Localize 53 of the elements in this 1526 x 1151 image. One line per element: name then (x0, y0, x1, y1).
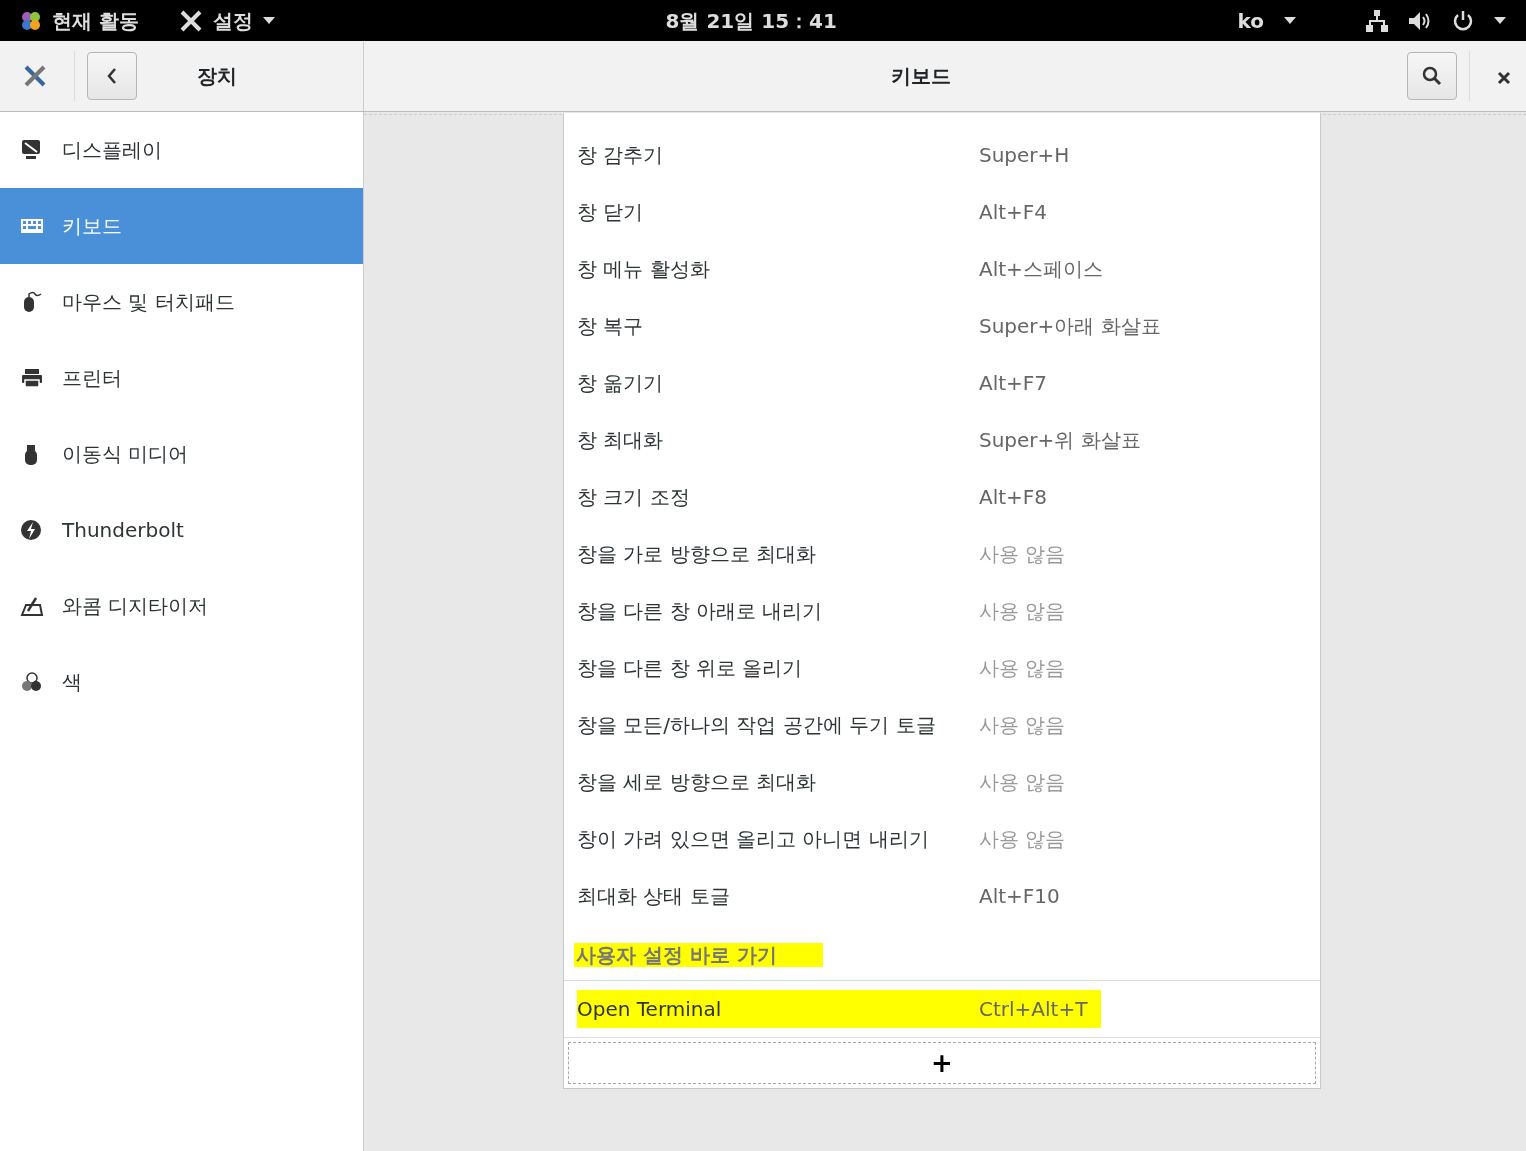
section-title: 장치 (197, 63, 237, 90)
shortcut-key[interactable]: Alt+F10 (979, 880, 1060, 911)
color-circles-icon (20, 671, 44, 693)
add-shortcut-button[interactable]: + (568, 1042, 1316, 1084)
shortcut-name: 창을 다른 창 위로 올리기 (577, 654, 804, 682)
shortcut-name: 창을 모든/하나의 작업 공간에 두기 토글 (577, 711, 937, 739)
shortcut-name: 창을 세로 방향으로 최대화 (577, 768, 818, 796)
sidebar-item[interactable]: Thunderbolt (0, 492, 363, 568)
shortcut-name[interactable]: Open Terminal (577, 994, 979, 1024)
network-icon[interactable] (1366, 9, 1388, 32)
flower-logo-icon[interactable] (20, 9, 42, 32)
shortcut-key[interactable]: Alt+스페이스 (979, 253, 1103, 284)
activities-button[interactable]: 현재 활동 (52, 5, 139, 36)
shortcut-name: 창 옮기기 (577, 369, 665, 397)
sidebar-item[interactable]: 이동식 미디어 (0, 416, 363, 492)
caret-icon[interactable] (1284, 17, 1296, 24)
sidebar-item[interactable]: 색 (0, 644, 363, 720)
shortcut-name: 창 메뉴 활성화 (577, 255, 711, 283)
shortcut-name: 창을 다른 창 아래로 내리기 (577, 597, 824, 625)
app-menu[interactable]: 설정 (212, 5, 253, 36)
sidebar-item[interactable]: 디스플레이 (0, 112, 363, 188)
lightning-icon (20, 519, 44, 541)
shortcut-key[interactable]: Alt+F7 (979, 367, 1048, 398)
shortcut-name: 창 복구 (577, 312, 645, 340)
shortcut-key[interactable]: Super+아래 화살표 (979, 310, 1161, 341)
shortcut-name: 창을 가로 방향으로 최대화 (577, 540, 818, 568)
shortcut-key[interactable]: Ctrl+Alt+T (979, 994, 1088, 1024)
sidebar-item[interactable]: 키보드 (0, 188, 363, 264)
pen-tablet-icon (20, 595, 44, 617)
shortcut-name: 창 크기 조정 (577, 483, 691, 511)
shortcut-name: 창 감추기 (577, 141, 665, 169)
shortcut-name: 창 최대화 (577, 426, 665, 454)
printer-icon (20, 367, 44, 389)
section-heading: 사용자 설정 바로 가기 (574, 943, 823, 967)
page-title: 키보드 (889, 63, 952, 90)
caret-icon[interactable] (1494, 17, 1506, 24)
caret-icon[interactable] (262, 17, 275, 24)
clock[interactable]: 8월 21일 15：41 (264, 5, 1238, 36)
search-icon (1422, 66, 1442, 86)
power-icon[interactable] (1452, 9, 1474, 32)
search-button[interactable] (1407, 52, 1457, 100)
shortcut-key[interactable]: Super+위 화살표 (979, 424, 1141, 455)
shortcut-name: 창이 가려 있으면 올리고 아니면 내리기 (577, 825, 930, 853)
shortcut-key[interactable]: Super+H (979, 139, 1070, 170)
shortcut-name: 최대화 상태 토글 (577, 882, 731, 910)
input-method[interactable]: ko (1237, 5, 1264, 36)
shortcut-key[interactable]: Alt+F8 (979, 481, 1048, 512)
shortcut-name: 창 닫기 (577, 198, 645, 226)
shortcut-key[interactable]: Alt+F4 (979, 196, 1048, 227)
sidebar-item[interactable]: 프린터 (0, 340, 363, 416)
close-icon (1497, 70, 1511, 85)
sidebar-item[interactable]: 마우스 및 터치패드 (0, 264, 363, 340)
sidebar-item[interactable]: 와콤 디지타이저 (0, 568, 363, 644)
